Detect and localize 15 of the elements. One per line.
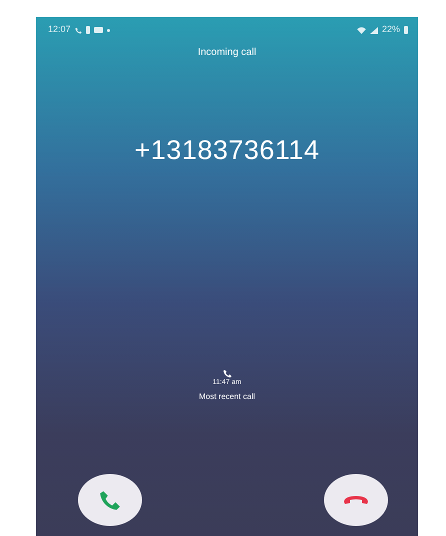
phone-icon: [222, 369, 232, 378]
signal-icon: [370, 26, 378, 34]
call-title: Incoming call: [198, 47, 256, 58]
caller-number: +13183736114: [134, 135, 320, 165]
battery-icon: [86, 26, 90, 34]
message-icon: [94, 27, 103, 33]
battery-percentage: 22%: [382, 23, 400, 36]
status-time: 12:07: [48, 23, 71, 36]
phone-icon: [99, 489, 121, 511]
battery-icon: [404, 26, 408, 34]
dot-icon: [106, 28, 110, 32]
hang-up-icon: [343, 495, 369, 505]
wifi-icon: [356, 26, 366, 34]
phone-icon: [74, 26, 82, 34]
recent-call-label: Most recent call: [198, 390, 256, 402]
